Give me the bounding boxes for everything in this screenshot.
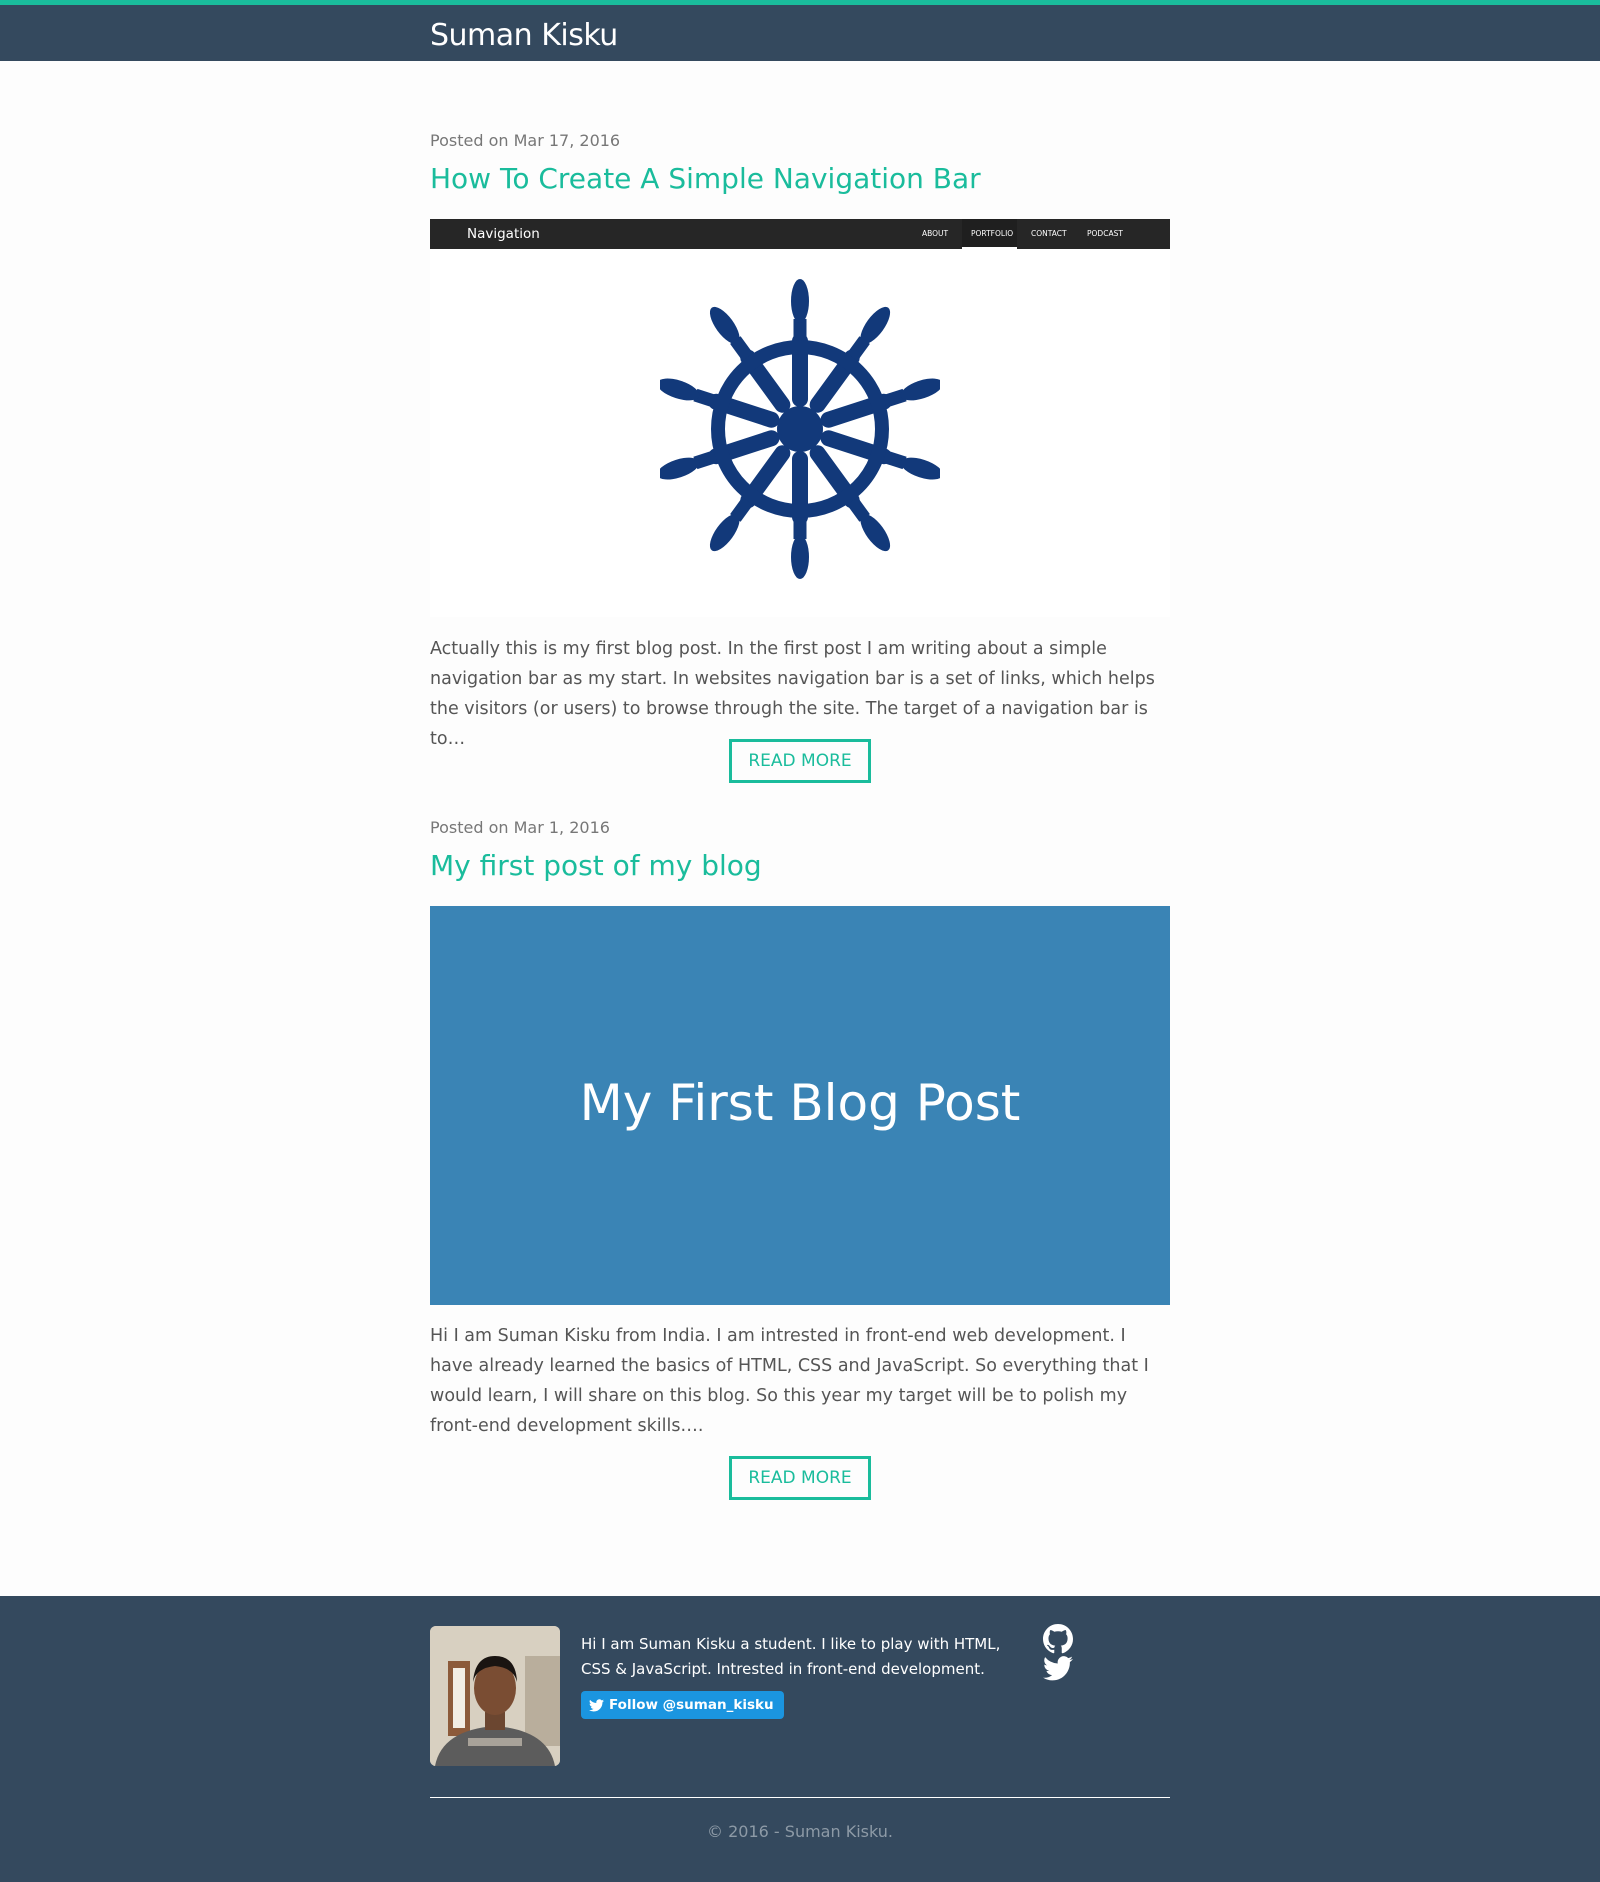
screenshot-nav-link: CONTACT xyxy=(1031,229,1067,238)
post-image[interactable]: Navigation ABOUT PORTFOLIO CONTACT PODCA… xyxy=(430,219,1170,617)
twitter-bird-icon xyxy=(589,1698,604,1711)
post-excerpt: Hi I am Suman Kisku from India. I am int… xyxy=(430,1326,1149,1436)
avatar xyxy=(430,1626,560,1766)
site-footer: Hi I am Suman Kisku a student. I like to… xyxy=(0,1596,1600,1882)
github-icon[interactable] xyxy=(1043,1624,1073,1658)
post-date: Posted on Mar 17, 2016 xyxy=(430,131,621,150)
twitter-icon[interactable] xyxy=(1043,1656,1073,1685)
ship-wheel-icon xyxy=(660,279,940,579)
author-bio: Hi I am Suman Kisku a student. I like to… xyxy=(581,1635,1001,1678)
site-title-link[interactable]: Suman Kisku xyxy=(430,18,618,53)
copyright-text: © 2016 - Suman Kisku. xyxy=(707,1822,893,1841)
post-date: Posted on Mar 1, 2016 xyxy=(430,818,610,837)
screenshot-nav-bar: Navigation ABOUT PORTFOLIO CONTACT PODCA… xyxy=(430,219,1170,249)
twitter-follow-button[interactable]: Follow @suman_kisku xyxy=(581,1691,784,1719)
post-title-link[interactable]: My first post of my blog xyxy=(430,849,762,882)
screenshot-nav-brand: Navigation xyxy=(467,226,540,242)
read-more-button[interactable]: READ MORE xyxy=(729,1456,871,1500)
screenshot-nav-link: PORTFOLIO xyxy=(971,229,1014,238)
twitter-follow-label: Follow @suman_kisku xyxy=(609,1697,774,1713)
post-image[interactable]: My First Blog Post xyxy=(430,906,1170,1305)
screenshot-nav-link: PODCAST xyxy=(1087,229,1123,238)
post-image-text: My First Blog Post xyxy=(579,1073,1021,1132)
read-more-button[interactable]: READ MORE xyxy=(729,739,871,783)
post-title-link[interactable]: How To Create A Simple Navigation Bar xyxy=(430,162,981,195)
site-header: Suman Kisku xyxy=(0,0,1600,61)
screenshot-nav-link: ABOUT xyxy=(922,229,949,238)
footer-divider xyxy=(430,1797,1170,1798)
post-excerpt: Actually this is my first blog post. In … xyxy=(430,639,1155,749)
